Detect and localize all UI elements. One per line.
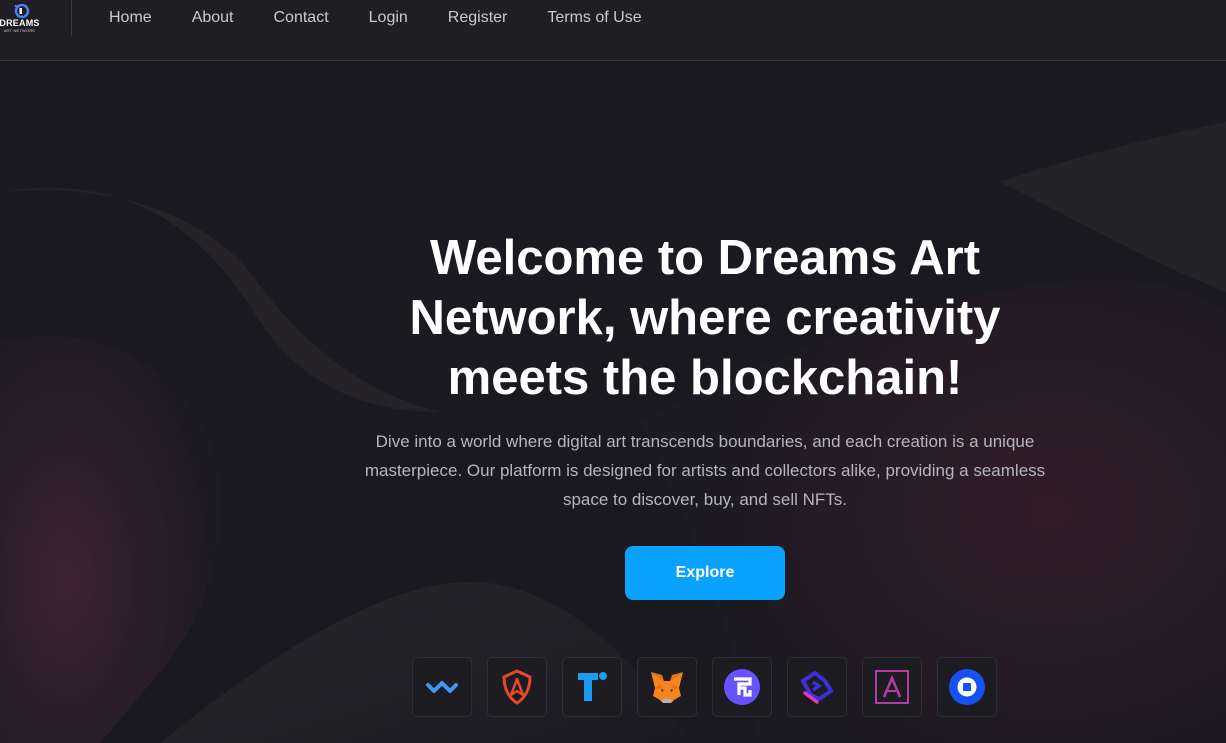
hero-description: Dive into a world where digital art tran… (364, 432, 1046, 509)
nav-about[interactable]: About (192, 0, 234, 35)
nav-terms[interactable]: Terms of Use (547, 0, 641, 35)
walletconnect-icon (426, 681, 458, 693)
explore-button[interactable]: Explore (625, 546, 785, 600)
site-logo[interactable]: DREAMS ART NETWORK (0, 0, 72, 36)
main-nav: Home About Contact Login Register Terms … (109, 0, 682, 35)
nav-contact[interactable]: Contact (274, 0, 329, 35)
wallet-trust[interactable] (487, 657, 547, 717)
wallet-metamask[interactable] (637, 657, 697, 717)
wallet-fortmatic[interactable] (712, 657, 772, 717)
nav-login[interactable]: Login (369, 0, 408, 35)
metamask-fox-icon (651, 672, 683, 703)
t-logo-icon (578, 672, 607, 701)
logo-d-icon (14, 3, 29, 18)
fortmatic-icon (724, 669, 760, 705)
wallet-icons-row (412, 657, 1012, 717)
trust-shield-icon (502, 669, 532, 705)
arkane-icon (875, 670, 909, 704)
logo-title: DREAMS (0, 17, 40, 28)
wallet-walletconnect[interactable] (412, 657, 472, 717)
nav-register[interactable]: Register (448, 0, 508, 35)
hero-title: Welcome to Dreams Art Network, where cre… (409, 231, 1001, 405)
wallet-t[interactable] (562, 657, 622, 717)
page: DREAMS ART NETWORK Home About Contact Lo… (0, 0, 1226, 743)
coinbase-icon (949, 669, 985, 705)
wallet-coinbase[interactable] (937, 657, 997, 717)
top-navbar: DREAMS ART NETWORK Home About Contact Lo… (0, 0, 1226, 61)
bitski-icon (801, 671, 833, 704)
nav-home[interactable]: Home (109, 0, 152, 35)
wallet-bitski[interactable] (787, 657, 847, 717)
wallet-arkane[interactable] (862, 657, 922, 717)
hero-section: Welcome to Dreams Art Network, where cre… (300, 228, 1110, 600)
logo-subtitle: ART NETWORK (3, 27, 36, 33)
